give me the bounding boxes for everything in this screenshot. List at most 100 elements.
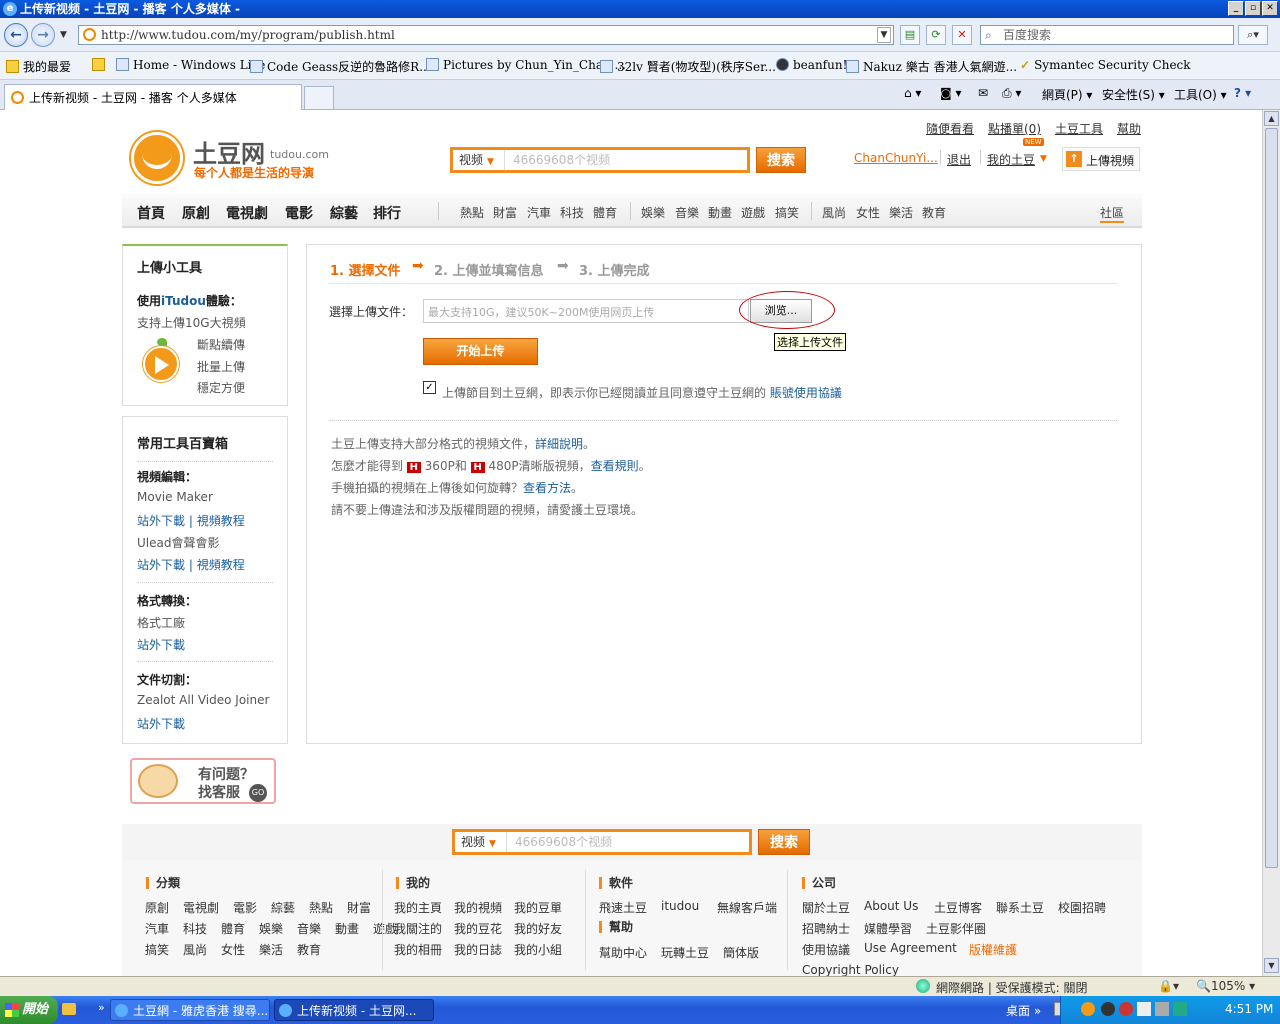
nav-ranking[interactable]: 排行 xyxy=(373,203,401,223)
print-icon[interactable]: ⎙ ▾ xyxy=(1002,86,1021,101)
footer-link[interactable]: 體育 xyxy=(221,920,245,937)
nav-fashion[interactable]: 風尚 xyxy=(822,204,846,221)
footer-link[interactable]: 校園招聘 xyxy=(1058,899,1106,916)
my-tudou-link[interactable]: 我的土豆 xyxy=(987,151,1035,168)
compat-icon[interactable]: ▤ xyxy=(900,25,920,45)
footer-link[interactable]: 我的豆單 xyxy=(514,899,562,916)
address-dropdown-icon[interactable]: ▼ xyxy=(877,27,891,43)
fav-item-codegeass[interactable]: Code Geass反逆的魯路修R... xyxy=(250,58,431,75)
footer-link[interactable]: 熱點 xyxy=(309,899,333,916)
file-path-input[interactable]: 最大支持10G，建议50K~200M使用网页上传 xyxy=(423,299,749,323)
nav-tv[interactable]: 電視劇 xyxy=(226,203,268,223)
search-go-icon[interactable]: ⌕▾ xyxy=(1238,25,1268,45)
footer-link[interactable]: 招聘納士 xyxy=(802,920,850,937)
footer-link[interactable]: 土豆博客 xyxy=(934,899,982,916)
tudou-tray-icon[interactable] xyxy=(1081,1002,1095,1016)
rules-link[interactable]: 查看規則 xyxy=(591,459,639,473)
footer-link[interactable]: About Us xyxy=(864,899,918,913)
footer-link[interactable]: 財富 xyxy=(347,899,371,916)
home-icon[interactable]: ⌂ ▾ xyxy=(904,86,921,100)
footer-link[interactable]: 土豆影伴圈 xyxy=(926,920,986,937)
nav-movie[interactable]: 電影 xyxy=(285,203,313,223)
footer-link[interactable]: 汽車 xyxy=(145,920,169,937)
method-link[interactable]: 查看方法 xyxy=(523,481,571,495)
nav-original[interactable]: 原創 xyxy=(182,203,210,223)
footer-link[interactable]: 我的好友 xyxy=(514,920,562,937)
rss-icon[interactable]: ◙ ▾ xyxy=(940,86,961,100)
footer-link[interactable]: 玩轉土豆 xyxy=(661,944,709,961)
nav-hot[interactable]: 熱點 xyxy=(460,204,484,221)
desktop-toolbar[interactable]: 桌面 » xyxy=(1006,1002,1041,1019)
start-button[interactable]: 開始 xyxy=(0,996,58,1024)
footer-link[interactable]: Use Agreement xyxy=(864,941,957,955)
details-link[interactable]: 詳細說明 xyxy=(535,437,583,451)
fav-item-32lv[interactable]: 32lv 賢者(物攻型)(秩序Ser... xyxy=(600,58,776,75)
footer-link[interactable]: 原創 xyxy=(145,899,169,916)
footer-link[interactable]: 我的主頁 xyxy=(394,899,442,916)
nav-home[interactable]: 首頁 xyxy=(137,203,165,223)
restore-button[interactable]: ▫ xyxy=(1245,1,1261,16)
footer-link[interactable]: 我的視頻 xyxy=(454,899,502,916)
footer-link[interactable]: 教育 xyxy=(297,941,321,958)
agreement-link[interactable]: 賬號使用協議 xyxy=(770,386,842,400)
fav-item-symantec[interactable]: ✓ Symantec Security Check xyxy=(1020,58,1191,72)
footer-link[interactable]: 電影 xyxy=(233,899,257,916)
tab-current[interactable]: 上传新视频 - 土豆网 - 播客 个人多媒体 xyxy=(4,84,302,110)
footer-link[interactable]: 電視劇 xyxy=(183,899,219,916)
footer-link[interactable]: 我的豆花 xyxy=(454,920,502,937)
footer-link[interactable]: 風尚 xyxy=(183,941,207,958)
logout-link[interactable]: 退出 xyxy=(947,151,971,168)
footer-link[interactable]: 樂活 xyxy=(259,941,283,958)
folder-icon[interactable] xyxy=(62,1003,76,1015)
nav-music[interactable]: 音樂 xyxy=(675,204,699,221)
toplink-random[interactable]: 隨便看看 xyxy=(926,120,974,137)
nav-ent[interactable]: 娛樂 xyxy=(641,204,665,221)
ulead-tutorial-link[interactable]: 視頻教程 xyxy=(197,558,245,572)
footer-link[interactable]: 動畫 xyxy=(335,920,359,937)
speaker-tray-icon[interactable] xyxy=(1155,1002,1169,1016)
footer-search-button[interactable]: 搜索 xyxy=(758,829,810,855)
back-button[interactable]: ← xyxy=(4,23,28,47)
nav-sports[interactable]: 體育 xyxy=(593,204,617,221)
agree-checkbox[interactable]: ✓ xyxy=(423,381,436,394)
footer-link[interactable]: 使用協議 xyxy=(802,941,850,958)
footer-link[interactable]: 簡体版 xyxy=(723,944,759,961)
footer-link[interactable]: 無線客戶端 xyxy=(717,899,777,916)
footer-link[interactable]: 幫助中心 xyxy=(599,944,647,961)
footer-link[interactable]: 科技 xyxy=(183,920,207,937)
safety-menu[interactable]: 安全性(S) ▾ xyxy=(1102,86,1165,103)
start-upload-button[interactable]: 开始上传 xyxy=(423,338,538,365)
footer-search-box[interactable]: 视频 ▼ 46669608个视频 xyxy=(452,829,752,855)
address-bar[interactable]: http://www.tudou.com/my/program/publish.… xyxy=(78,25,894,45)
site-search-input[interactable]: 46669608个视频 xyxy=(513,150,610,170)
forward-button[interactable]: → xyxy=(31,23,55,47)
upload-video-button[interactable]: ↑ 上傳視頻 xyxy=(1062,147,1140,171)
nav-funny[interactable]: 搞笑 xyxy=(775,204,799,221)
vertical-scrollbar[interactable]: ▲ ▼ xyxy=(1262,110,1280,976)
history-dropdown-icon[interactable]: ▼ xyxy=(60,30,67,40)
site-search-button[interactable]: 搜索 xyxy=(756,147,806,173)
footer-search-input[interactable]: 46669608个视频 xyxy=(515,832,612,852)
footer-link[interactable]: 版權維護 xyxy=(969,941,1017,958)
itudou-app-icon[interactable] xyxy=(143,346,179,382)
itudou-name[interactable]: iTudou xyxy=(161,294,206,308)
footer-search-category[interactable]: 视频 ▼ xyxy=(455,832,507,852)
fav-item-beanfun[interactable]: beanfun! xyxy=(776,58,847,72)
zealot-download-link[interactable]: 站外下載 xyxy=(137,715,185,732)
footer-link[interactable]: 我的相冊 xyxy=(394,941,442,958)
favorites-center-button[interactable]: 我的最爱 xyxy=(6,58,71,75)
nav-games[interactable]: 遊戲 xyxy=(741,204,765,221)
site-search-box[interactable]: 视频 ▼ 46669608个视频 xyxy=(450,147,750,173)
nav-variety[interactable]: 綜藝 xyxy=(330,203,358,223)
search-input[interactable]: ⌕ 百度搜索 xyxy=(980,25,1234,45)
close-window-button[interactable]: ✕ xyxy=(1262,1,1278,16)
movie-maker-download-link[interactable]: 站外下載 xyxy=(137,514,185,528)
help-icon[interactable]: ? ▾ xyxy=(1234,86,1251,100)
ulead-download-link[interactable]: 站外下載 xyxy=(137,558,185,572)
customer-service-button[interactable]: 有问题？ 找客服 GO xyxy=(130,758,276,804)
footer-link[interactable]: 我關注的 xyxy=(394,920,442,937)
footer-link[interactable]: 搞笑 xyxy=(145,941,169,958)
mail-icon[interactable]: ✉ xyxy=(978,86,988,100)
footer-link[interactable]: 音樂 xyxy=(297,920,321,937)
tray-icon[interactable] xyxy=(1173,1002,1187,1016)
